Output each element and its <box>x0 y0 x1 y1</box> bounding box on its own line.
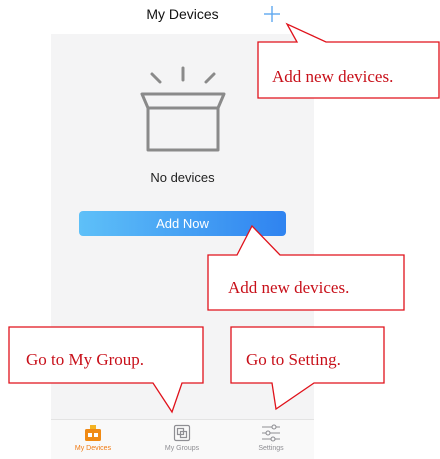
tab-my-devices[interactable]: My Devices <box>63 424 123 452</box>
sliders-icon <box>262 424 280 442</box>
tab-my-devices-label: My Devices <box>74 445 112 452</box>
annotation-top-right-text: Add new devices. <box>272 67 394 86</box>
empty-box-icon <box>140 66 226 152</box>
empty-state-message: No devices <box>150 170 215 185</box>
annotation-bottom-left-text: Go to My Group. <box>26 350 145 369</box>
groups-icon <box>173 424 191 442</box>
add-now-label: Add Now <box>156 216 209 231</box>
tab-my-groups-label: My Groups <box>164 445 200 452</box>
plus-icon[interactable] <box>262 4 282 24</box>
device-icon <box>85 425 101 441</box>
tab-settings[interactable]: Settings <box>241 424 301 452</box>
tab-my-groups[interactable]: My Groups <box>152 424 212 452</box>
annotation-bottom-right-text: Go to Setting. <box>246 350 341 369</box>
tab-bar: My Devices My Groups Settings <box>51 419 314 459</box>
add-now-button[interactable]: Add Now <box>79 211 286 236</box>
annotation-middle-text: Add new devices. <box>228 278 350 297</box>
tab-settings-label: Settings <box>258 445 284 452</box>
